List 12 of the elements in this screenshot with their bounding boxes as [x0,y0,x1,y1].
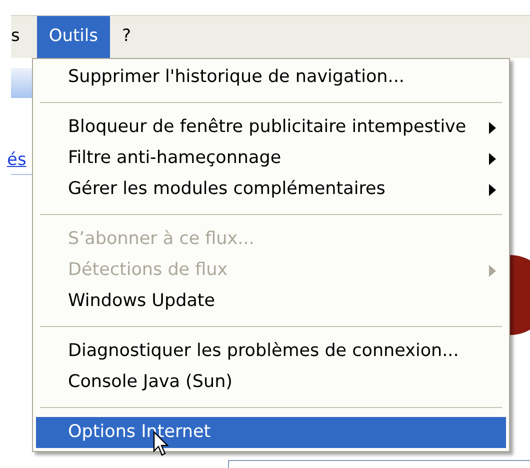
menu-bar-item[interactable]: ? [110,16,144,58]
link[interactable]: és [7,148,26,174]
menu-item[interactable]: Gérer les modules complémentaires [36,174,506,205]
menu-bar-item[interactable]: s [11,16,37,58]
menu-item[interactable]: Console Java (Sun) [36,367,506,398]
menu-item[interactable]: Supprimer l'historique de navigation... [36,62,506,93]
menu-item[interactable]: Filtre anti-hameçonnage [36,143,506,174]
menu-item[interactable]: Options Internet [36,417,506,448]
menu-bar-item[interactable]: Outils [36,16,110,58]
menu-item[interactable]: Diagnostiquer les problèmes de connexion... [36,336,506,367]
menu-item[interactable]: Windows Update [36,286,506,317]
menu-item[interactable]: Bloqueur de fenêtre publicitaire intempestive [36,112,506,143]
